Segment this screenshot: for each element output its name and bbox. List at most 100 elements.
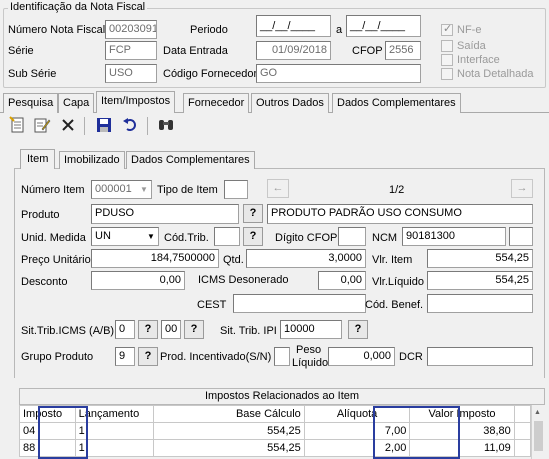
undo-icon[interactable] — [120, 116, 140, 136]
scroll-up-icon[interactable]: ▲ — [534, 409, 541, 416]
grupo-produto-label: Grupo Produto — [21, 351, 94, 363]
impostos-scrollbar[interactable]: ▲ — [531, 405, 545, 459]
cfop-field[interactable]: 2556 — [385, 41, 421, 60]
subtab-imobilizado[interactable]: Imobilizado — [59, 151, 125, 169]
col-lancamento[interactable]: Lançamento — [74, 405, 155, 423]
unid-medida-label: Unid. Medida — [21, 232, 86, 244]
unid-medida-value: UN — [95, 230, 111, 242]
sit-trib-ipi-field[interactable]: 10000 — [280, 320, 342, 339]
cell-valor-imposto: 11,09 — [409, 439, 515, 457]
edit-icon[interactable] — [32, 116, 52, 136]
sit-trib-icms-a-lookup-button[interactable]: ? — [138, 320, 158, 339]
next-item-button[interactable]: → — [511, 179, 533, 198]
binoculars-icon[interactable] — [156, 116, 176, 136]
numero-nota-field[interactable]: 002030918 — [105, 20, 157, 39]
item-counter: 1/2 — [389, 184, 405, 196]
save-icon[interactable] — [94, 116, 114, 136]
ncm-extra-field[interactable] — [509, 227, 533, 246]
peso-liquido-field[interactable]: 0,000 — [328, 347, 395, 366]
table-row[interactable]: 04 1 554,25 7,00 38,80 — [19, 422, 532, 440]
col-imposto[interactable]: Imposto — [19, 405, 76, 423]
numero-nota-label: Número Nota Fiscal — [8, 24, 106, 36]
tab-item-impostos[interactable]: Item/Impostos — [96, 91, 176, 113]
icms-desonerado-field[interactable]: 0,00 — [318, 271, 366, 290]
col-valor-imposto[interactable]: Valor Imposto — [409, 405, 515, 423]
prev-item-button[interactable]: ← — [267, 179, 289, 198]
col-aliquota[interactable]: Alíquota — [303, 405, 411, 423]
cell-imposto: 04 — [19, 422, 76, 440]
cell-aliquota: 7,00 — [303, 422, 411, 440]
cod-trib-lookup-button[interactable]: ? — [243, 227, 263, 246]
grupo-produto-field[interactable]: 9 — [115, 347, 135, 366]
sit-trib-ipi-lookup-button[interactable]: ? — [348, 320, 368, 339]
unid-medida-select[interactable]: UN ▼ — [91, 227, 159, 246]
check-icon: ✓ — [443, 23, 453, 35]
grupo-produto-lookup-button[interactable]: ? — [138, 347, 158, 366]
sit-trib-icms-b-field[interactable]: 00 — [161, 320, 181, 339]
delete-icon[interactable] — [58, 116, 78, 136]
desconto-field[interactable]: 0,00 — [91, 271, 185, 290]
cell-valor-imposto: 38,80 — [409, 422, 515, 440]
toolbar-separator — [147, 117, 148, 135]
sit-trib-icms-b-lookup-button[interactable]: ? — [184, 320, 204, 339]
subserie-label: Sub Série — [8, 68, 57, 80]
subserie-field[interactable]: USO — [105, 64, 157, 83]
cod-benef-field[interactable] — [427, 294, 533, 313]
arrow-left-icon: ← — [272, 182, 284, 194]
tipo-item-label: Tipo de Item — [157, 184, 218, 196]
serie-field[interactable]: FCP — [105, 41, 157, 60]
digito-cfop-field[interactable] — [338, 227, 366, 246]
chevron-down-icon: ▼ — [140, 185, 148, 194]
cod-fornecedor-field[interactable]: GO — [256, 64, 421, 83]
tab-outros-dados[interactable]: Outros Dados — [251, 93, 329, 113]
tab-pesquisa[interactable]: Pesquisa — [3, 93, 59, 113]
numero-item-select[interactable]: 000001 ▼ — [91, 180, 152, 199]
periodo-start-field[interactable]: __/__/____ — [256, 15, 331, 37]
cell-aliquota: 2,00 — [303, 439, 411, 457]
sit-trib-icms-a-field[interactable]: 0 — [115, 320, 135, 339]
tab-fornecedor[interactable]: Fornecedor — [183, 93, 250, 113]
produto-code-field[interactable]: PDUSO — [91, 204, 239, 224]
prod-incentivado-label: Prod. Incentivado(S/N) — [160, 351, 272, 363]
produto-lookup-button[interactable]: ? — [243, 204, 263, 223]
scroll-thumb[interactable] — [534, 421, 543, 451]
col-base-calculo[interactable]: Base Cálculo — [153, 405, 305, 423]
ncm-field[interactable]: 90181300 — [402, 227, 506, 246]
preco-unitario-field[interactable]: 184,7500000 — [91, 249, 219, 268]
new-document-icon[interactable] — [8, 116, 28, 136]
tab-capa[interactable]: Capa — [58, 93, 95, 113]
serie-label: Série — [8, 45, 34, 57]
tipo-item-field[interactable] — [224, 180, 248, 199]
impostos-table: Imposto Lançamento Base Cálculo Alíquota… — [19, 405, 532, 457]
vlr-liquido-label: Vlr.Líquido — [372, 276, 424, 288]
periodo-a-label: a — [336, 24, 343, 36]
periodo-end-field[interactable]: __/__/____ — [346, 15, 421, 37]
chevron-down-icon: ▼ — [147, 232, 155, 241]
cfop-label: CFOP — [352, 45, 383, 57]
vlr-liquido-field[interactable]: 554,25 — [427, 271, 533, 290]
produto-desc-field[interactable]: PRODUTO PADRÃO USO CONSUMO — [267, 204, 533, 224]
nota-fiscal-legend: Identificação da Nota Fiscal — [8, 1, 148, 13]
cod-trib-field[interactable] — [214, 227, 240, 246]
data-entrada-label: Data Entrada — [163, 45, 228, 57]
cell-spacer — [513, 422, 532, 440]
interface-label: Interface — [457, 54, 500, 66]
saida-checkbox[interactable] — [441, 40, 453, 52]
nfe-checkbox[interactable]: ✓ — [441, 23, 453, 36]
cell-lancamento: 1 — [74, 439, 155, 457]
interface-checkbox[interactable] — [441, 54, 453, 66]
peso-liquido-label-2: Líquido — [292, 357, 329, 369]
subtab-item[interactable]: Item — [20, 149, 56, 169]
prod-incentivado-field[interactable] — [274, 347, 290, 366]
nota-detalhada-checkbox[interactable] — [441, 68, 453, 80]
subtab-dados-complementares[interactable]: Dados Complementares — [126, 151, 255, 169]
icms-desonerado-label: ICMS Desonerado — [198, 274, 289, 286]
table-row[interactable]: 88 1 554,25 2,00 11,09 — [19, 439, 532, 457]
data-entrada-field[interactable]: 01/09/2018 — [256, 41, 331, 60]
tab-dados-complementares[interactable]: Dados Complementares — [332, 93, 461, 113]
dcr-field[interactable] — [427, 347, 533, 366]
vlr-item-field[interactable]: 554,25 — [427, 249, 533, 268]
qtd-field[interactable]: 3,0000 — [246, 249, 366, 268]
preco-unitario-label: Preço Unitário — [21, 254, 91, 266]
cest-field[interactable] — [233, 294, 366, 313]
